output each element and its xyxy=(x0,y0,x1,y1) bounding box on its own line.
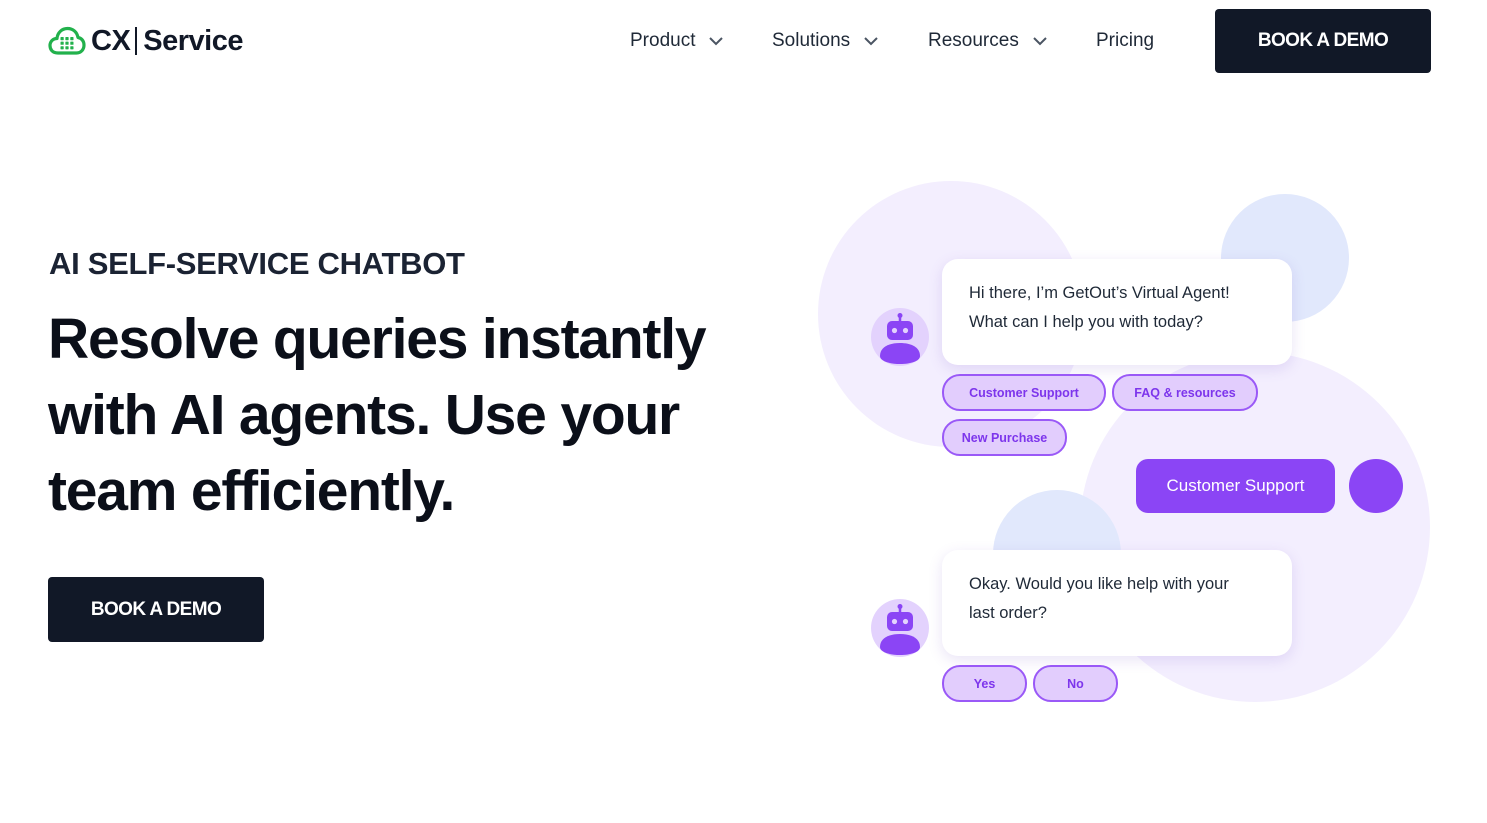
chevron-down-icon xyxy=(864,37,878,46)
option-chip-no[interactable]: No xyxy=(1033,665,1118,702)
option-chip-customer-support[interactable]: Customer Support xyxy=(942,374,1106,411)
bot-message-line: last order? xyxy=(969,604,1047,622)
bot-message-greeting: Hi there, I’m GetOut’s Virtual Agent! Wh… xyxy=(942,259,1292,365)
cloud-grid-icon xyxy=(48,26,86,55)
brand-divider xyxy=(135,27,138,55)
brand-name-service: Service xyxy=(143,24,243,57)
nav-item-solutions[interactable]: Solutions xyxy=(772,28,879,54)
headline-line: Resolve queries instantly xyxy=(48,307,707,371)
book-demo-button-header[interactable]: BOOK A DEMO xyxy=(1215,9,1431,73)
bot-message-line: Okay. Would you like help with your xyxy=(969,575,1229,593)
option-chip-new-purchase[interactable]: New Purchase xyxy=(942,419,1067,456)
option-chip-faq-resources[interactable]: FAQ & resources xyxy=(1112,374,1258,411)
hero-eyebrow: AI SELF-SERVICE CHATBOT xyxy=(49,246,465,281)
site-header: CX Service Product Solutions Resources P… xyxy=(0,0,1487,82)
nav-label: Solutions xyxy=(772,30,851,51)
nav-label: Resources xyxy=(928,30,1019,51)
book-demo-button-hero[interactable]: BOOK A DEMO xyxy=(48,577,264,642)
nav-item-product[interactable]: Product xyxy=(630,28,724,54)
chevron-down-icon xyxy=(1033,37,1047,46)
nav-label: Product xyxy=(630,30,696,51)
robot-icon xyxy=(871,599,929,657)
bot-message-line: What can I help you with today? xyxy=(969,313,1203,331)
brand-logo[interactable]: CX Service xyxy=(48,24,243,58)
chevron-down-icon xyxy=(709,37,724,46)
nav-item-resources[interactable]: Resources xyxy=(928,28,1048,54)
robot-icon xyxy=(871,308,929,366)
option-chip-yes[interactable]: Yes xyxy=(942,665,1027,702)
bot-message-followup: Okay. Would you like help with your last… xyxy=(942,550,1292,656)
user-avatar xyxy=(1349,459,1403,513)
user-message: Customer Support xyxy=(1136,459,1335,513)
hero-headline: Resolve queries instantly with AI agents… xyxy=(48,301,808,529)
nav-label: Pricing xyxy=(1096,30,1155,51)
brand-name-cx: CX xyxy=(91,24,131,57)
nav-item-pricing[interactable]: Pricing xyxy=(1096,28,1154,54)
bot-message-line: Hi there, I’m GetOut’s Virtual Agent! xyxy=(969,284,1230,302)
headline-line: team efficiently. xyxy=(48,459,455,523)
headline-line: with AI agents. Use your xyxy=(48,383,680,447)
